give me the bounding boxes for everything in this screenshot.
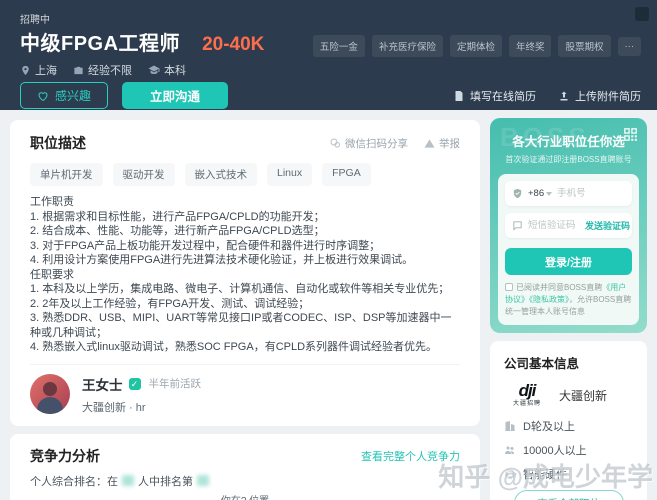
company-info-card: 公司基本信息 dji 大疆招聘 大疆创新 D轮及以上 10000人以上 智能硬件…	[490, 341, 647, 500]
sms-code-input[interactable]	[528, 220, 580, 231]
company-logo: dji 大疆招聘	[512, 381, 541, 407]
chevron-down-icon	[546, 191, 553, 196]
skill-tags: 单片机开发 驱动开发 嵌入式技术 Linux FPGA	[30, 163, 460, 186]
login-register-button[interactable]: 登录/注册	[505, 248, 632, 275]
online-resume-button[interactable]: 填写在线简历	[453, 88, 536, 104]
login-card-title: 各大行业职位任你选	[512, 135, 625, 149]
phone-input[interactable]	[557, 188, 618, 199]
status-badge: 招聘中	[20, 15, 50, 26]
section-title-company-info: 公司基本信息	[504, 357, 580, 371]
agreement-text: 已阅读并同意BOSS直聘《用户协议》《隐私政策》，允许BOSS直聘统一管理本人账…	[505, 283, 632, 316]
login-card: BOSS 各大行业职位任你选 首次验证通过即注册BOSS直聘账号 +86 发送验…	[490, 118, 647, 333]
section-title-job-description: 职位描述	[30, 135, 86, 151]
skill-tag[interactable]: 驱动开发	[112, 163, 175, 186]
privacy-policy-link[interactable]: 《隐私政策》	[529, 295, 569, 304]
document-icon	[455, 90, 463, 101]
recruiter-active-status: 半年前活跃	[148, 378, 202, 390]
code-input-row: 发送验证码	[505, 213, 632, 238]
skill-tag[interactable]: Linux	[267, 163, 313, 186]
benefit-tag: 股票期权	[558, 35, 611, 57]
view-all-jobs-button[interactable]: 查看全部职位	[513, 490, 624, 500]
personal-rank-line: 个人综合排名：在 人中排名第	[30, 473, 460, 489]
building-icon	[505, 421, 515, 431]
blurred-rank-number	[197, 475, 209, 486]
recruiter-affiliation: 大疆创新 · hr	[82, 401, 146, 414]
recruiter-name: 王女士	[82, 377, 123, 393]
phone-input-row: +86	[505, 181, 632, 206]
description-line: 4. 熟悉嵌入式linux驱动调试，熟悉SOC FPGA，有CPLD系列器件调试…	[30, 341, 438, 353]
briefcase-icon	[74, 66, 83, 74]
job-meta: 上海 经验不限 本科	[20, 62, 186, 78]
recruiter-avatar	[30, 374, 70, 414]
description-line: 1. 根据需求和目标性能，进行产品FPGA/CPLD的功能开发；	[30, 210, 325, 223]
benefit-tag: 补充医疗保险	[371, 35, 443, 57]
skill-tag[interactable]: 单片机开发	[30, 163, 103, 186]
skill-tag[interactable]: FPGA	[322, 163, 371, 186]
attachment-resume-button[interactable]: 上传附件简历	[558, 88, 641, 104]
users-icon	[505, 446, 514, 454]
login-form: +86 发送验证码 登录/注册 已阅读并同意BOSS直聘《用户协议》《隐私政策》…	[498, 174, 639, 325]
description-line: 任职要求	[30, 268, 74, 281]
company-industry: 智能硬件	[504, 466, 633, 482]
view-full-competitiveness-link[interactable]: 查看完整个人竞争力	[361, 448, 460, 464]
map-pin-icon	[22, 65, 29, 75]
chat-now-button[interactable]: 立即沟通	[122, 82, 228, 109]
benefit-tag: 年终奖	[508, 35, 552, 57]
warning-triangle-icon	[424, 138, 435, 148]
your-position-label: 你在? 位置	[30, 492, 460, 500]
wechat-share-button[interactable]: 微信扫码分享	[329, 136, 408, 151]
benefit-tags: 五险一金 补充医疗保险 定期体检 年终奖 股票期权 ···	[312, 35, 641, 57]
salary-value: 20-40K	[202, 34, 265, 55]
company-headcount: 10000人以上	[504, 442, 633, 458]
job-location: 上海	[20, 62, 57, 78]
more-tags-button[interactable]: ···	[617, 36, 641, 56]
verified-badge-icon: ✓	[128, 377, 141, 390]
shield-check-icon	[513, 188, 522, 199]
benefit-tag: 五险一金	[312, 35, 365, 57]
floating-widget-icon[interactable]	[635, 7, 649, 21]
job-header: 招聘中 中级FPGA工程师 20-40K 五险一金 补充医疗保险 定期体检 年终…	[0, 0, 657, 110]
description-line: 2. 2年及以上工作经验，有FPGA开发、测试、调试经验；	[30, 297, 310, 310]
graduation-cap-icon	[148, 65, 160, 74]
page-title: 中级FPGA工程师	[20, 33, 181, 55]
description-line: 4. 利用设计方案使用FPGA进行先进算法技术硬化验证，并上板进行效果调试。	[30, 254, 414, 266]
competitiveness-card: 竞争力分析 查看完整个人竞争力 个人综合排名：在 人中排名第 你在? 位置 一般…	[10, 433, 480, 500]
description-line: 3. 对于FPGA产品上板功能开发过程中，配合硬件和器件进行时序调整；	[30, 239, 381, 252]
job-education: 本科	[148, 62, 186, 78]
wechat-icon	[330, 138, 340, 148]
send-code-button[interactable]: 发送验证码	[585, 219, 630, 232]
company-name-link[interactable]: 大疆创新	[559, 387, 607, 404]
skill-tag[interactable]: 嵌入式技术	[184, 163, 257, 186]
job-experience: 经验不限	[73, 62, 132, 78]
sms-bubble-icon	[513, 221, 522, 231]
job-description-text: 工作职责 1. 根据需求和目标性能，进行产品FPGA/CPLD的功能开发； 2.…	[30, 195, 460, 355]
upload-icon	[560, 91, 568, 100]
description-line: 工作职责	[30, 196, 74, 208]
heart-icon	[38, 91, 48, 101]
description-line: 2. 结合成本、性能、功能等，进行新产品FPGA/CPLD选型；	[30, 225, 325, 237]
phone-prefix-select[interactable]: +86	[528, 188, 553, 199]
recruiter-row[interactable]: 王女士 ✓ 半年前活跃 大疆创新 · hr	[30, 365, 460, 415]
agreement-checkbox[interactable]	[505, 283, 513, 291]
login-card-subtitle: 首次验证通过即注册BOSS直聘账号	[505, 155, 632, 164]
job-description-card: 职位描述 微信扫码分享 举报 单片机开发 驱动开发 嵌入式技术 Linux FP…	[10, 120, 480, 426]
benefit-tag: 定期体检	[449, 35, 502, 57]
blurred-total-count	[122, 475, 134, 486]
section-title-competitiveness: 竞争力分析	[30, 447, 100, 464]
chip-icon	[505, 469, 515, 479]
interested-button[interactable]: 感兴趣	[20, 82, 108, 109]
description-line: 3. 熟悉DDR、USB、MIPI、UART等常见接口IP或者CODEC、ISP…	[30, 312, 452, 339]
report-button[interactable]: 举报	[424, 136, 460, 151]
description-line: 1. 本科及以上学历，集成电路、微电子、计算机通信、自动化或软件等相关专业优先；	[30, 283, 450, 295]
company-financing: D轮及以上	[504, 418, 633, 434]
